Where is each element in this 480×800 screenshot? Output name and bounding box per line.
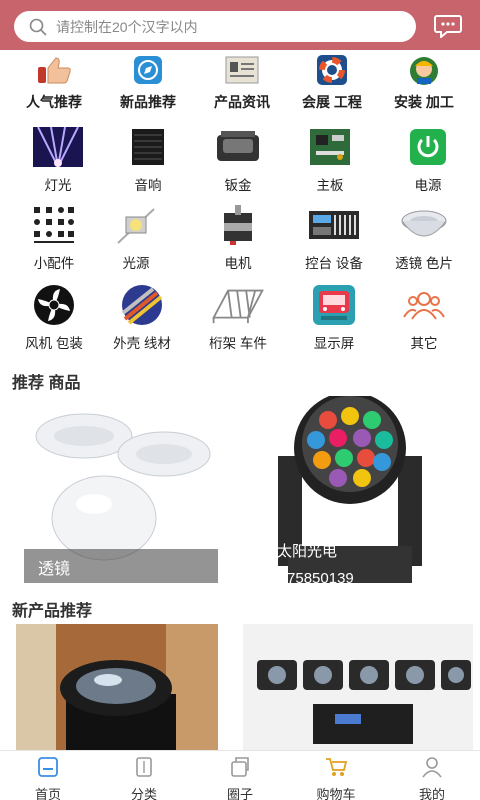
product-brand: 美太阳光电	[262, 543, 338, 560]
new-products-title: 新产品推荐	[12, 603, 93, 620]
user-icon	[422, 757, 442, 778]
cable-icon	[114, 282, 170, 328]
category-grid: 人气推荐 新品推荐 产品资讯 会展 工程 安装 加工 灯光 音响 钣金 主板 电…	[0, 52, 480, 358]
bus-display-icon	[306, 282, 362, 328]
circuit-board-icon	[302, 124, 358, 170]
metal-case-icon	[210, 124, 266, 170]
category-exhibition[interactable]: 会展 工程	[284, 52, 380, 112]
lighting-console-icon	[306, 202, 362, 248]
nav-mine[interactable]: 我的	[384, 751, 480, 800]
category-truss[interactable]: 桁架 车件	[190, 282, 286, 352]
category-lighting[interactable]: 灯光	[10, 124, 106, 194]
compass-icon	[120, 52, 176, 88]
category-motor[interactable]: 电机	[190, 202, 286, 272]
lens-icon	[396, 202, 452, 248]
stepper-motor-icon	[210, 202, 266, 248]
truss-icon	[210, 282, 266, 328]
category-popular[interactable]: 人气推荐	[6, 52, 102, 112]
home-icon	[38, 757, 58, 777]
search-icon	[29, 18, 47, 36]
top-bar: 请控制在20个汉字以内	[0, 0, 480, 50]
led-chip-icon	[108, 202, 164, 248]
category-power[interactable]: 电源	[380, 124, 476, 194]
nav-cart[interactable]: 购物车	[288, 751, 384, 800]
nav-home[interactable]: 首页	[0, 751, 96, 800]
product-caption: 透镜	[24, 549, 218, 583]
new-product-image-2	[243, 624, 473, 750]
thumbs-up-icon	[26, 52, 82, 88]
small-parts-icon	[26, 202, 82, 248]
nav-circle[interactable]: 圈子	[192, 751, 288, 800]
category-news[interactable]: 产品资讯	[194, 52, 290, 112]
cart-icon	[326, 758, 348, 776]
product-card-lens[interactable]: 透镜	[24, 396, 218, 583]
category-mainboard[interactable]: 主板	[282, 124, 378, 194]
new-product-card-1[interactable]	[16, 624, 218, 750]
category-new[interactable]: 新品推荐	[100, 52, 196, 112]
category-install[interactable]: 安装 加工	[376, 52, 472, 112]
new-product-image-1	[16, 624, 218, 750]
bottom-nav: 首页 分类 圈子 购物车 我的	[0, 750, 480, 800]
nav-category[interactable]: 分类	[96, 751, 192, 800]
category-fan[interactable]: 风机 包装	[6, 282, 102, 352]
search-placeholder: 请控制在20个汉字以内	[56, 18, 198, 35]
product-card-moving-head[interactable]: 美太阳光电 18675850139	[248, 396, 452, 583]
category-housing[interactable]: 外壳 线材	[94, 282, 190, 352]
category-other[interactable]: 其它	[376, 282, 472, 352]
search-box[interactable]: 请控制在20个汉字以内	[14, 11, 416, 42]
new-product-card-2[interactable]	[243, 624, 473, 750]
lifebuoy-icon	[304, 52, 360, 88]
fan-icon	[26, 282, 82, 328]
people-icon	[396, 282, 452, 328]
message-icon[interactable]	[434, 14, 462, 38]
category-lens[interactable]: 透镜 色片	[376, 202, 472, 272]
category-console[interactable]: 控台 设备	[286, 202, 382, 272]
circle-icon	[231, 757, 249, 777]
category-icon	[136, 757, 152, 777]
category-display[interactable]: 显示屏	[286, 282, 382, 352]
category-light-source[interactable]: 光源	[88, 202, 184, 272]
product-phone: 18675850139	[262, 570, 354, 583]
category-sheet-metal[interactable]: 钣金	[190, 124, 286, 194]
worker-icon	[396, 52, 452, 88]
recommended-title: 推荐 商品	[12, 375, 81, 392]
stage-light-icon	[30, 124, 86, 170]
category-audio[interactable]: 音响	[100, 124, 196, 194]
news-document-icon	[214, 52, 270, 88]
amplifier-icon	[120, 124, 176, 170]
power-icon	[400, 124, 456, 170]
